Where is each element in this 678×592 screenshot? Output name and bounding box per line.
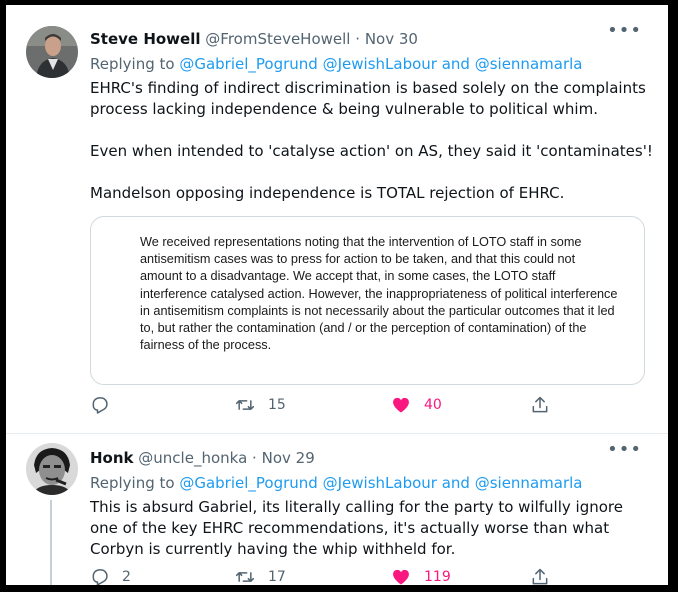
mention-and: and [436,474,475,492]
separator-dot: · [252,449,257,467]
quoted-text: We received representations noting that … [140,235,618,353]
share-icon [532,396,548,413]
mention-link[interactable]: @Gabriel_Pogrund [179,55,317,73]
more-icon[interactable]: ••• [607,21,642,41]
like-button[interactable]: 40 [390,395,442,415]
heart-icon [393,569,409,585]
more-icon[interactable]: ••• [607,440,642,460]
author-handle[interactable]: @uncle_honka [138,449,247,467]
reply-icon [92,397,108,414]
like-count: 119 [424,569,451,585]
replying-to: Replying to @Gabriel_Pogrund @JewishLabo… [90,53,654,75]
retweet-count: 15 [268,397,286,413]
mention-link[interactable]: @siennamarla [475,55,583,73]
retweet-icon [235,572,255,582]
mention-and: and [436,55,475,73]
mention-link[interactable]: @JewishLabour [323,474,437,492]
tweet[interactable]: Steve Howell @FromSteveHowell · Nov 30 •… [6,5,668,434]
tweet-date[interactable]: Nov 30 [365,30,418,48]
mention-link[interactable]: @siennamarla [475,474,583,492]
tweet-date[interactable]: Nov 29 [262,449,315,467]
thread-line [50,500,52,585]
reply-icon [92,569,108,585]
like-button[interactable]: 119 [390,567,451,585]
tweet-timeline: Steve Howell @FromSteveHowell · Nov 30 •… [6,5,668,585]
heart-icon [393,397,409,413]
tweet-actions: 2 17 119 [90,567,648,585]
tweet-text: EHRC's finding of indirect discriminatio… [90,79,653,202]
tweet-actions: 15 40 [90,395,648,417]
author-name[interactable]: Steve Howell [90,30,201,48]
reply-button[interactable]: 2 [90,567,131,585]
tweet-text: This is absurd Gabriel, its literally ca… [90,498,623,558]
mention-link[interactable]: @Gabriel_Pogrund [179,474,317,492]
replying-to: Replying to @Gabriel_Pogrund @JewishLabo… [90,472,654,494]
quoted-image[interactable]: We received representations noting that … [90,216,645,385]
author-name[interactable]: Honk [90,449,134,467]
retweet-icon [235,400,255,410]
avatar[interactable] [26,26,78,78]
replying-prefix: Replying to [90,474,180,492]
retweet-button[interactable]: 17 [234,567,286,585]
mention-link[interactable]: @JewishLabour [323,55,437,73]
share-icon [532,568,548,585]
tweet[interactable]: Honk @uncle_honka · Nov 29 ••• Replying … [6,434,668,585]
retweet-count: 17 [268,569,286,585]
reply-count: 2 [122,569,131,585]
author-handle[interactable]: @FromSteveHowell [205,30,350,48]
separator-dot: · [355,30,361,48]
retweet-button[interactable]: 15 [234,395,286,415]
share-button[interactable] [530,395,550,415]
avatar[interactable] [26,443,78,495]
replying-prefix: Replying to [90,55,180,73]
like-count: 40 [424,397,442,413]
share-button[interactable] [530,567,550,585]
reply-button[interactable] [90,395,122,415]
